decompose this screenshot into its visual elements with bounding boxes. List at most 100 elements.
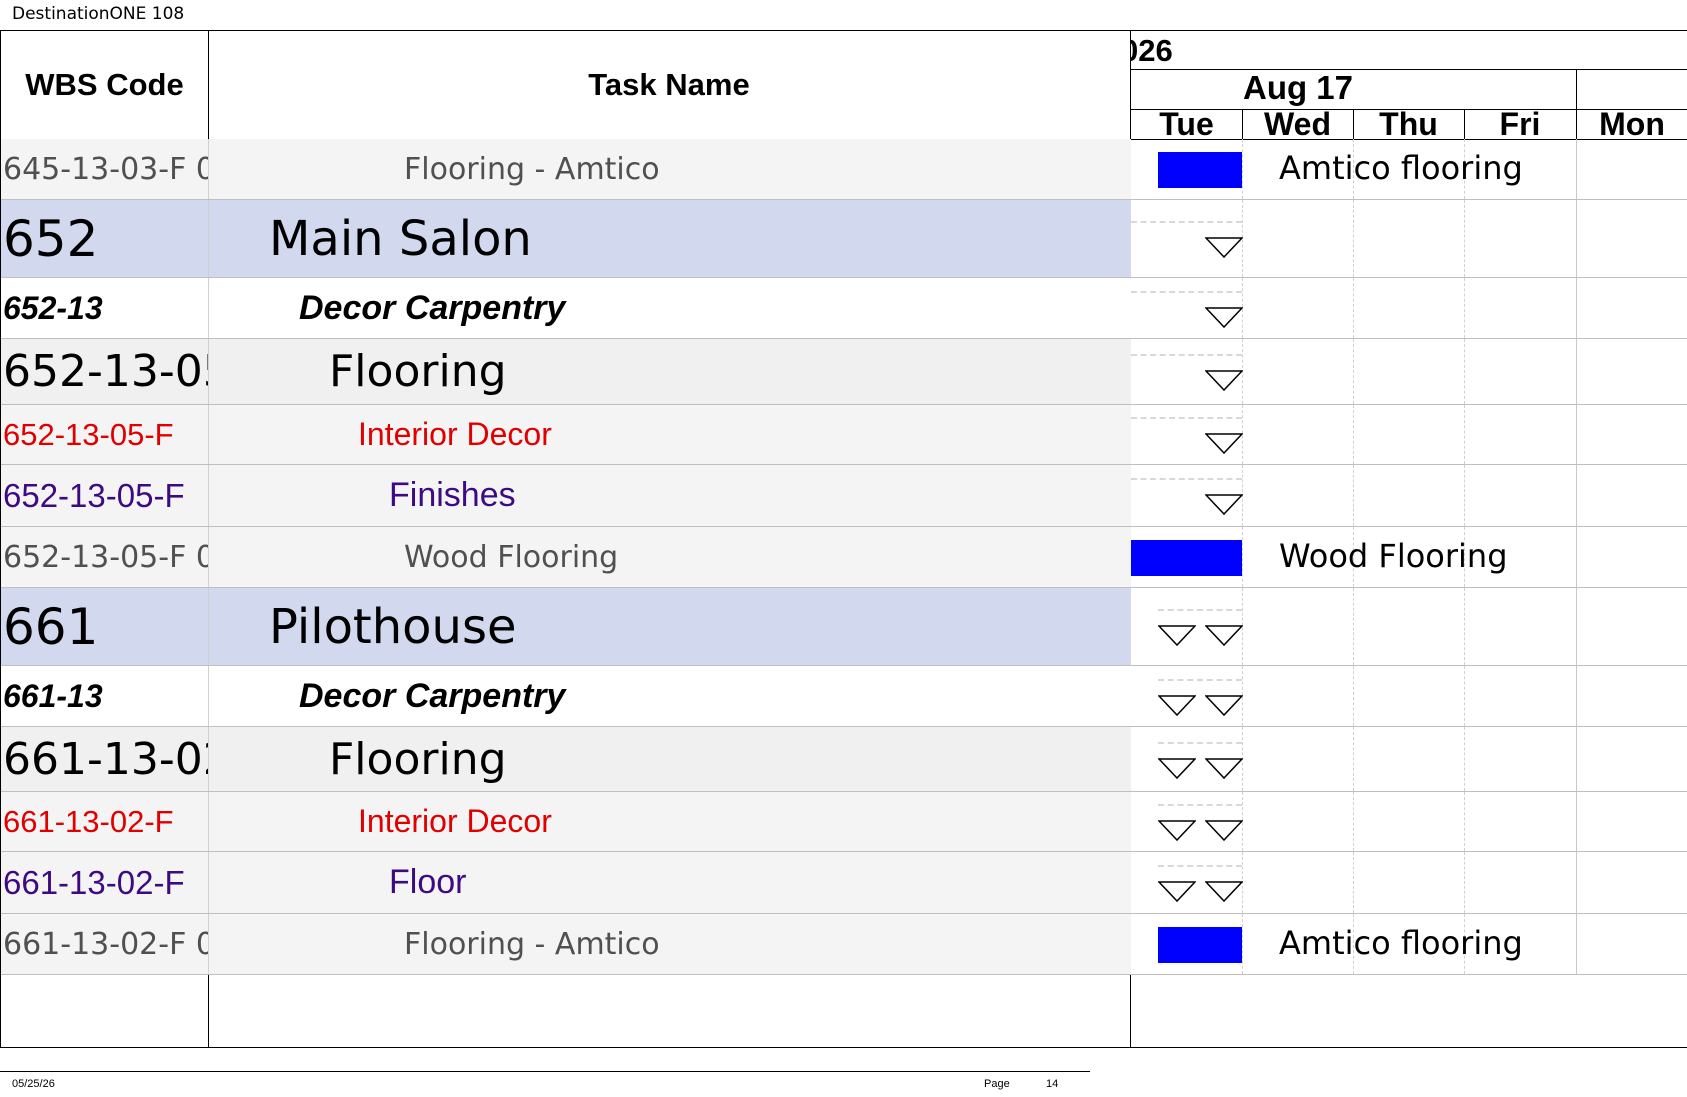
gantt-row — [1131, 339, 1687, 405]
summary-marker-icon — [1205, 494, 1243, 516]
task-name-cell[interactable]: Decor Carpentry — [209, 666, 1129, 726]
wbs-code-cell[interactable]: 652-13-05-F — [1, 465, 208, 526]
wbs-code-cell[interactable]: 652-13 — [1, 278, 208, 338]
wbs-code-cell[interactable]: 661-13 — [1, 666, 208, 726]
task-name-cell[interactable]: Flooring — [209, 727, 1129, 791]
table-row[interactable]: 652-13-05-F Interior Decor — [1, 405, 1131, 465]
day-gridline — [1576, 914, 1577, 974]
day-header-3: Fri — [1499, 105, 1541, 142]
page-label: Page — [984, 1078, 1010, 1090]
wbs-code-cell[interactable]: 661-13-02-F 01 — [1, 914, 208, 974]
day-gridline — [1576, 139, 1577, 199]
table-row[interactable]: 661-13 Decor Carpentry — [1, 666, 1131, 727]
wbs-code-cell[interactable]: 652 — [1, 200, 208, 277]
timescale-week-label: Aug 17 — [1242, 69, 1354, 106]
summary-bar-line — [1158, 609, 1242, 611]
table-row[interactable]: 652-13-05-F Finishes — [1, 465, 1131, 527]
summary-marker-icon — [1158, 695, 1196, 717]
gantt-row — [1131, 792, 1687, 852]
task-name-cell[interactable]: Pilothouse — [209, 588, 1129, 665]
wbs-code-cell[interactable]: 652-13-05-F 01 — [1, 527, 208, 587]
wbs-code-cell[interactable]: 661-13-02 — [1, 727, 208, 791]
task-column-header[interactable]: Task Name — [209, 31, 1129, 139]
task-name-cell[interactable]: Main Salon — [209, 200, 1129, 277]
day-gridline — [1353, 405, 1354, 464]
day-header-4: Mon — [1599, 105, 1665, 142]
task-name-cell[interactable]: Wood Flooring — [209, 527, 1129, 587]
gantt-row — [1131, 852, 1687, 914]
day-gridline — [1464, 465, 1465, 526]
summary-bar-line — [1131, 221, 1242, 223]
table-row[interactable]: 661 Pilothouse — [1, 588, 1131, 666]
wbs-column-header[interactable]: WBS Code — [1, 31, 208, 139]
summary-bar-line — [1158, 679, 1242, 681]
table-row[interactable]: 661-13-02-F Interior Decor — [1, 792, 1131, 852]
week-divider — [1576, 69, 1577, 139]
gantt-row — [1131, 465, 1687, 527]
table-row[interactable]: 652-13-05 Flooring — [1, 339, 1131, 405]
task-name-cell[interactable]: Decor Carpentry — [209, 278, 1129, 338]
task-bar[interactable] — [1158, 927, 1242, 963]
table-row[interactable]: 652 Main Salon — [1, 200, 1131, 278]
day-gridline — [1464, 200, 1465, 277]
task-bar-label: Amtico flooring — [1279, 149, 1523, 187]
task-bar[interactable] — [1158, 152, 1242, 188]
wbs-code-cell[interactable]: 652-13-05-F — [1, 405, 208, 464]
table-row[interactable]: 661-13-02-F 01Flooring - Amtico — [1, 914, 1131, 975]
task-bar[interactable] — [1131, 540, 1242, 576]
day-gridline — [1353, 200, 1354, 277]
day-gridline — [1576, 792, 1577, 851]
day-header-divider — [1464, 109, 1465, 139]
day-gridline — [1576, 339, 1577, 404]
summary-marker-icon — [1205, 307, 1243, 329]
summary-marker-icon — [1205, 695, 1243, 717]
day-gridline — [1464, 588, 1465, 665]
summary-marker-icon — [1158, 758, 1196, 780]
wbs-code-cell[interactable]: 661 — [1, 588, 208, 665]
task-name-cell[interactable]: Floor — [209, 852, 1129, 913]
wbs-code-cell[interactable]: 652-13-05 — [1, 339, 208, 404]
task-name-cell[interactable]: Finishes — [209, 465, 1129, 526]
table-row[interactable]: 661-13-02-F Floor — [1, 852, 1131, 914]
day-header-top-line — [1131, 109, 1687, 110]
day-gridline — [1242, 914, 1243, 974]
day-header-divider — [1353, 109, 1354, 139]
wbs-code-cell[interactable]: 645-13-03-F 01 — [1, 139, 208, 199]
table-row[interactable]: 652-13-05-F 01Wood Flooring — [1, 527, 1131, 588]
day-gridline — [1353, 465, 1354, 526]
summary-marker-icon — [1205, 237, 1243, 259]
footer-rule — [0, 1071, 1090, 1072]
day-header-divider — [1242, 109, 1243, 139]
day-gridline — [1242, 527, 1243, 587]
day-gridline — [1576, 405, 1577, 464]
summary-bar-line — [1131, 478, 1242, 480]
day-gridline — [1464, 405, 1465, 464]
task-name-cell[interactable]: Interior Decor — [209, 405, 1129, 464]
task-name-cell[interactable]: Flooring - Amtico — [209, 914, 1129, 974]
day-gridline — [1353, 339, 1354, 404]
day-gridline — [1576, 527, 1577, 587]
table-row[interactable]: 645-13-03-F 01Flooring - Amtico — [1, 139, 1131, 200]
summary-marker-icon — [1205, 370, 1243, 392]
summary-marker-icon — [1205, 881, 1243, 903]
gantt-sheet: WBS Code Task Name 026 Aug 17 Tue Wed Thu F… — [0, 30, 1687, 1048]
task-name-cell[interactable]: Flooring - Amtico — [209, 139, 1129, 199]
wbs-code-cell[interactable]: 661-13-02-F — [1, 792, 208, 851]
wbs-code-cell[interactable]: 661-13-02-F — [1, 852, 208, 913]
summary-marker-icon — [1205, 625, 1243, 647]
task-name-cell[interactable]: Flooring — [209, 339, 1129, 404]
gantt-row: Amtico flooring — [1131, 914, 1687, 975]
day-gridline — [1464, 278, 1465, 338]
task-name-cell[interactable]: Interior Decor — [209, 792, 1129, 851]
day-gridline — [1353, 278, 1354, 338]
page-number: 14 — [1046, 1078, 1059, 1090]
task-bar-label: Wood Flooring — [1279, 537, 1508, 575]
day-gridline — [1242, 139, 1243, 199]
day-header-2: Thu — [1379, 105, 1438, 142]
gantt-row — [1131, 405, 1687, 465]
day-gridline — [1353, 666, 1354, 726]
summary-marker-icon — [1158, 881, 1196, 903]
day-gridline — [1576, 666, 1577, 726]
table-row[interactable]: 661-13-02 Flooring — [1, 727, 1131, 792]
table-row[interactable]: 652-13 Decor Carpentry — [1, 278, 1131, 339]
